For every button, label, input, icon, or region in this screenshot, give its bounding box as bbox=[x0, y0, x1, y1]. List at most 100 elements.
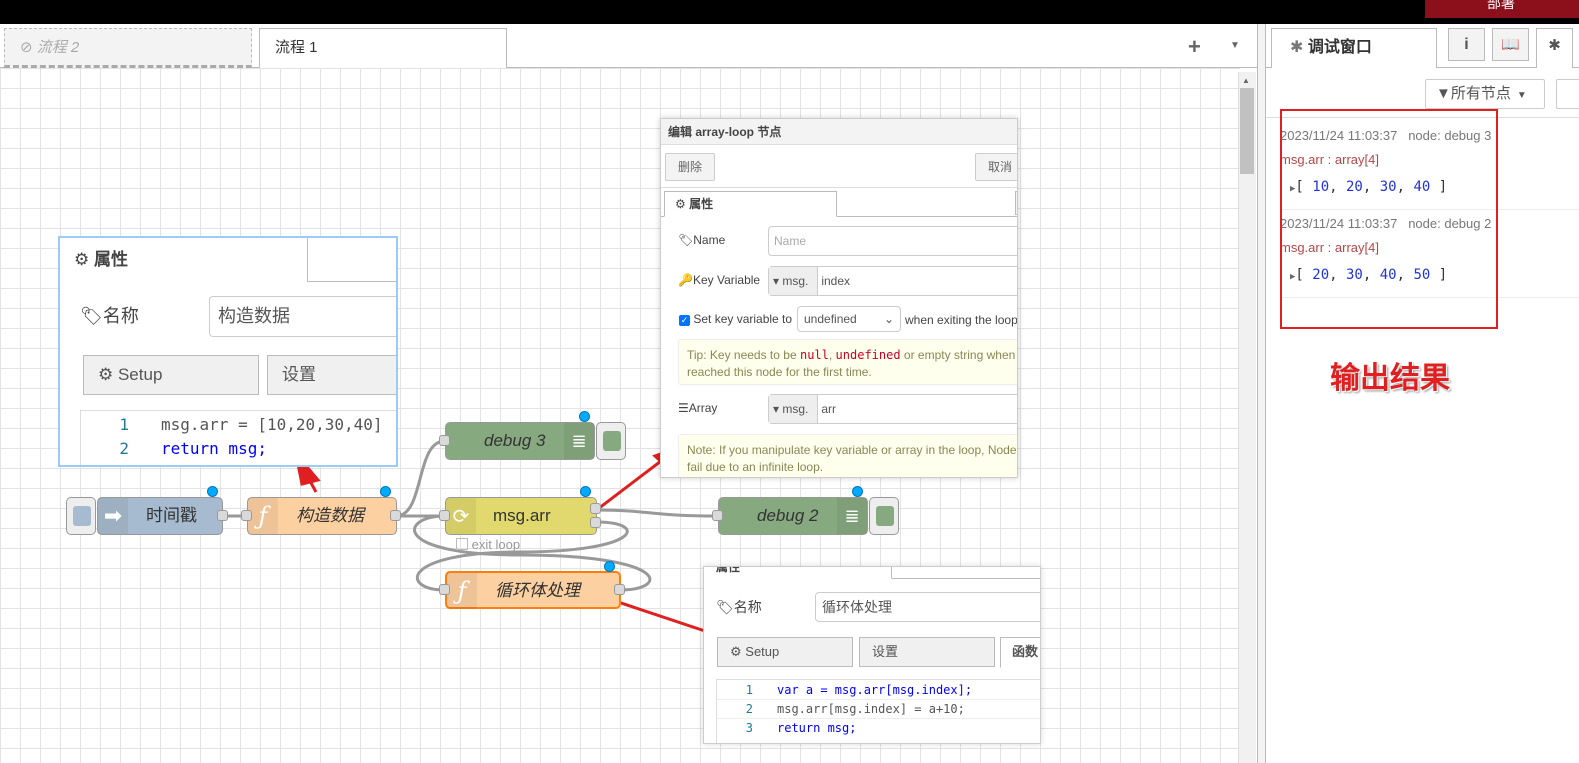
tab-underline bbox=[892, 578, 1040, 579]
port-debug3-in[interactable] bbox=[439, 435, 450, 446]
inject-trigger-icon bbox=[73, 506, 91, 526]
node-func-loop-label: 循环体处理 bbox=[495, 581, 580, 600]
key-variable-input[interactable]: ▾ msg. index bbox=[768, 266, 1017, 296]
arrow-right-icon: ➡ bbox=[98, 498, 128, 534]
set-key-row: ✓ Set key variable to bbox=[679, 312, 792, 326]
tag-icon: 🏷 bbox=[678, 233, 694, 247]
filter-icon: ▼ bbox=[1436, 85, 1451, 102]
delete-button[interactable]: 删除 bbox=[665, 153, 715, 181]
tab-setup[interactable]: ⚙ Setup bbox=[83, 355, 259, 395]
port-loop-out-2[interactable] bbox=[590, 517, 601, 528]
port-loop-out-1[interactable] bbox=[590, 503, 601, 514]
port-build-out[interactable] bbox=[390, 510, 401, 521]
node-func-loop[interactable]: ƒ 循环体处理 bbox=[445, 571, 621, 609]
node-func-build-label: 构造数据 bbox=[296, 506, 364, 525]
list-icon: ☰ bbox=[678, 401, 689, 415]
node-array-loop-label: msg.arr bbox=[493, 506, 551, 525]
name-label-text: 名称 bbox=[102, 306, 139, 326]
build-properties-panel: ⚙ 属性 🏷名称 构造数据 ⚙ Setup 设置 1 msg.arr = [10,… bbox=[58, 236, 398, 467]
array-label: ☰Array bbox=[678, 401, 717, 415]
bug-icon: ✱ bbox=[1290, 39, 1308, 56]
node-debug2-label: debug 2 bbox=[757, 506, 819, 525]
name-input[interactable]: 循环体处理 bbox=[815, 592, 1040, 622]
changed-dot bbox=[852, 486, 863, 497]
tab-properties[interactable]: 属性 bbox=[704, 567, 892, 579]
tag-icon: 🏷 bbox=[80, 306, 103, 326]
port-build-in[interactable] bbox=[241, 510, 252, 521]
bug-tab-icon[interactable]: ✱ bbox=[1536, 28, 1573, 68]
canvas-scrollbar[interactable] bbox=[1238, 72, 1256, 763]
tab-next[interactable] bbox=[1015, 191, 1017, 215]
tab-settings[interactable]: 设置 bbox=[859, 637, 995, 667]
node-debug3[interactable]: debug 3 ≣ bbox=[445, 422, 595, 460]
list-icon: ≣ bbox=[837, 498, 867, 534]
clear-button[interactable] bbox=[1556, 79, 1579, 109]
tab-debug-window[interactable]: ✱ 调试窗口 bbox=[1271, 28, 1437, 68]
chevron-down-icon: ▼ bbox=[1516, 90, 1527, 101]
filter-label: 所有节点 bbox=[1450, 85, 1511, 102]
exit-loop-text: exit loop bbox=[471, 537, 521, 552]
tab-function-label: 函数 bbox=[1012, 644, 1039, 659]
name-input[interactable]: 构造数据 bbox=[209, 296, 396, 337]
deploy-button[interactable]: 部署 bbox=[1425, 0, 1579, 18]
node-array-loop[interactable]: ⟳ msg.arr bbox=[445, 497, 597, 535]
loop-properties-panel: 属性 🏷名称 循环体处理 ⚙ Setup 设置 函数 1 var a = msg.… bbox=[703, 566, 1041, 744]
port-debug2-in[interactable] bbox=[712, 510, 723, 521]
gear-icon: ⚙ bbox=[74, 250, 94, 269]
code-line: 2 return msg; bbox=[119, 439, 267, 458]
filter-button[interactable]: ▼所有节点 ▼ bbox=[1425, 79, 1545, 109]
tab-setup[interactable]: ⚙ Setup bbox=[717, 637, 853, 667]
key-variable-text: Key Variable bbox=[692, 273, 761, 287]
sidebar-splitter[interactable] bbox=[1257, 24, 1266, 763]
tab-settings-label: 设置 bbox=[282, 365, 316, 384]
tab-properties[interactable]: ⚙ 属性 bbox=[664, 191, 837, 217]
code-line: 2 msg.arr[msg.index] = a+10; bbox=[717, 700, 1040, 719]
array-input[interactable]: ▾ msg. arr bbox=[768, 394, 1017, 424]
code-editor[interactable]: 1 msg.arr = [10,20,30,40] 2 return msg; bbox=[80, 410, 396, 465]
name-label: 🏷名称 bbox=[716, 597, 762, 617]
port-body-in[interactable] bbox=[439, 584, 450, 595]
tab-properties-label: 属性 bbox=[689, 197, 714, 211]
node-debug2[interactable]: debug 2 ≣ bbox=[718, 497, 868, 535]
set-key-select[interactable]: undefined ⌄ bbox=[797, 306, 901, 332]
scrollbar-thumb[interactable] bbox=[1240, 88, 1254, 174]
name-label: 🏷名称 bbox=[80, 302, 139, 328]
list-icon: ≣ bbox=[564, 423, 594, 459]
tab-debug-label: 调试窗口 bbox=[1307, 39, 1372, 56]
arrayloop-edit-panel: 编辑 array-loop 节点 删除 取消 ⚙ 属性 🏷Name Name 🔑… bbox=[660, 118, 1018, 478]
tab-function[interactable]: 函数 bbox=[1000, 637, 1040, 668]
type-selector[interactable]: ▾ msg. bbox=[769, 395, 818, 423]
loop-icon: ⟳ bbox=[446, 498, 476, 534]
toggle-icon bbox=[603, 431, 621, 451]
name-input[interactable]: Name bbox=[768, 226, 1017, 256]
node-inject[interactable]: ➡ 时间戳 bbox=[97, 497, 223, 535]
port-body-out[interactable] bbox=[614, 584, 625, 595]
tab-properties[interactable]: ⚙ 属性 bbox=[60, 238, 308, 282]
inject-trigger-button[interactable] bbox=[66, 497, 96, 535]
book-icon[interactable]: 📖 bbox=[1492, 28, 1529, 61]
changed-dot bbox=[380, 486, 391, 497]
type-selector[interactable]: ▾ msg. bbox=[769, 267, 818, 295]
debug2-toggle-button[interactable] bbox=[869, 497, 899, 535]
tab-settings[interactable]: 设置 bbox=[267, 355, 396, 395]
set-key-checkbox[interactable]: ✓ bbox=[679, 315, 690, 326]
node-inject-label: 时间戳 bbox=[146, 506, 197, 525]
wire-loop-debug2 bbox=[595, 508, 719, 518]
code-line: 1 var a = msg.arr[msg.index]; bbox=[717, 681, 1040, 700]
port-inject-out[interactable] bbox=[217, 510, 228, 521]
port-loop-in[interactable] bbox=[439, 510, 450, 521]
key-variable-value: index bbox=[821, 274, 851, 288]
node-func-build[interactable]: ƒ 构造数据 bbox=[247, 497, 397, 535]
info-icon[interactable]: i bbox=[1448, 28, 1485, 61]
name-label: 🏷Name bbox=[678, 233, 725, 247]
key-variable-label: 🔑Key Variable bbox=[678, 273, 760, 287]
sidebar: ✱ 调试窗口 i 📖 ✱ ▼所有节点 ▼ 2023/11/24 11:03:37 … bbox=[1266, 24, 1579, 763]
node-debug3-label: debug 3 bbox=[484, 431, 546, 450]
cancel-button[interactable]: 取消 bbox=[975, 153, 1017, 181]
debug3-toggle-button[interactable] bbox=[596, 422, 626, 460]
name-label-text: 名称 bbox=[733, 599, 762, 615]
code-editor[interactable]: 1 var a = msg.arr[msg.index]; 2 msg.arr[ms… bbox=[716, 679, 1040, 743]
checkbox-icon bbox=[456, 538, 468, 550]
array-label-text: Array bbox=[688, 401, 718, 415]
scroll-up-icon[interactable]: ▲ bbox=[1242, 76, 1250, 85]
